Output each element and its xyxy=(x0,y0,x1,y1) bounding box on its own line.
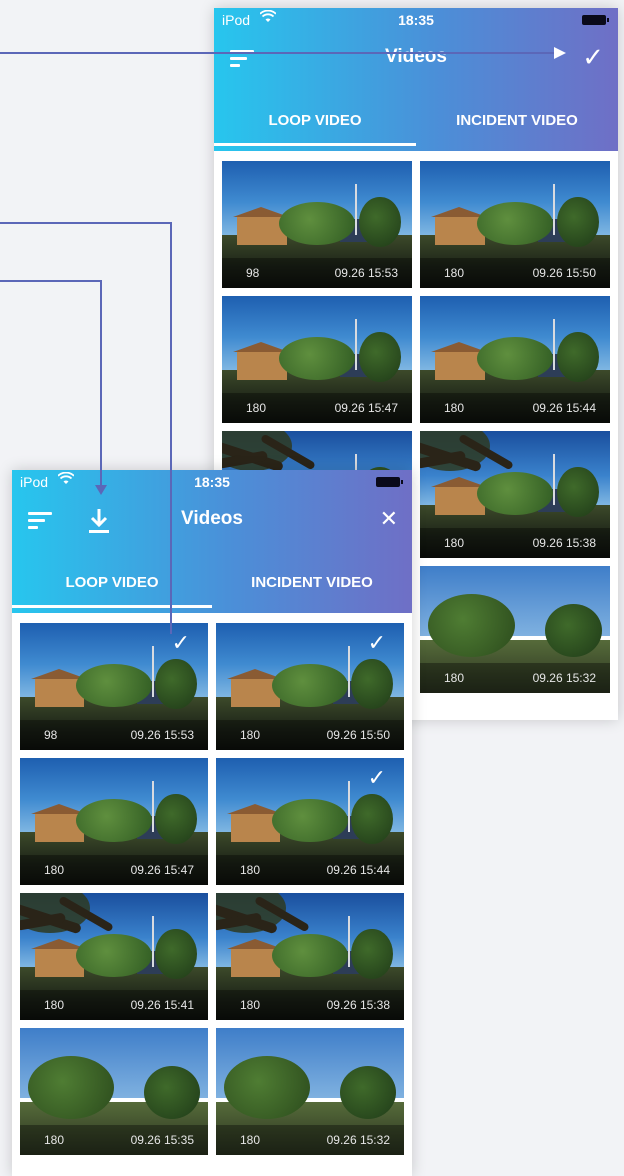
video-duration: 98 xyxy=(44,728,58,742)
arrow-head-icon xyxy=(554,47,566,59)
video-duration: 180 xyxy=(444,536,465,550)
video-timestamp: 09.26 15:44 xyxy=(326,863,390,877)
video-timestamp: 09.26 15:50 xyxy=(326,728,390,742)
video-info-bar: 180 09.26 15:47 xyxy=(20,855,208,885)
tab-loop-video[interactable]: LOOP VIDEO xyxy=(12,562,212,612)
video-thumbnail[interactable]: 180 09.26 15:50 ✓ xyxy=(216,623,404,750)
video-thumbnail[interactable]: 98 09.26 15:53 xyxy=(222,161,412,288)
video-timestamp: 09.26 15:44 xyxy=(532,401,596,415)
video-timestamp: 09.26 15:32 xyxy=(326,1133,390,1147)
video-info-bar: 180 09.26 15:41 xyxy=(20,990,208,1020)
confirm-check-icon[interactable]: ✓ xyxy=(582,42,604,72)
video-thumbnail[interactable]: 180 09.26 15:44 xyxy=(420,296,610,423)
video-thumbnail[interactable]: 98 09.26 15:53 ✓ xyxy=(20,623,208,750)
video-info-bar: 180 09.26 15:38 xyxy=(216,990,404,1020)
tab-loop-video[interactable]: LOOP VIDEO xyxy=(214,100,416,150)
status-bar: iPod 18:35 xyxy=(214,8,618,32)
video-duration: 180 xyxy=(240,998,261,1012)
video-info-bar: 180 09.26 15:50 xyxy=(420,258,610,288)
video-info-bar: 180 09.26 15:50 xyxy=(216,720,404,750)
connector-line xyxy=(170,222,172,634)
video-duration: 180 xyxy=(240,728,261,742)
video-info-bar: 180 09.26 15:47 xyxy=(222,393,412,423)
video-info-bar: 98 09.26 15:53 xyxy=(20,720,208,750)
video-timestamp: 09.26 15:41 xyxy=(130,998,194,1012)
connector-line xyxy=(0,52,556,54)
video-duration: 180 xyxy=(444,266,465,280)
video-thumbnail[interactable]: 180 09.26 15:32 xyxy=(420,566,610,693)
video-tabs: LOOP VIDEO INCIDENT VIDEO xyxy=(12,562,412,612)
video-info-bar: 180 09.26 15:44 xyxy=(216,855,404,885)
app-header: iPod 18:35 Videos ✕ LOOP VIDEO INCIDENT … xyxy=(12,470,412,613)
video-thumbnail[interactable]: 180 09.26 15:35 xyxy=(20,1028,208,1155)
video-grid: 98 09.26 15:53 ✓ 180 09.26 15:50 ✓ 180 09.26 15… xyxy=(12,613,412,1163)
video-duration: 180 xyxy=(240,863,261,877)
video-timestamp: 09.26 15:32 xyxy=(532,671,596,685)
status-time: 18:35 xyxy=(398,12,434,28)
video-duration: 180 xyxy=(240,1133,261,1147)
status-time: 18:35 xyxy=(194,474,230,490)
video-timestamp: 09.26 15:53 xyxy=(130,728,194,742)
page-title: Videos xyxy=(181,508,243,529)
connector-line xyxy=(0,280,102,282)
video-thumbnail[interactable]: 180 09.26 15:38 xyxy=(216,893,404,1020)
video-thumbnail[interactable]: 180 09.26 15:41 xyxy=(20,893,208,1020)
video-info-bar: 180 09.26 15:35 xyxy=(20,1125,208,1155)
video-timestamp: 09.26 15:38 xyxy=(532,536,596,550)
video-thumbnail[interactable]: 180 09.26 15:44 ✓ xyxy=(216,758,404,885)
video-tabs: LOOP VIDEO INCIDENT VIDEO xyxy=(214,100,618,150)
video-info-bar: 180 09.26 15:32 xyxy=(216,1125,404,1155)
video-duration: 180 xyxy=(44,863,65,877)
selected-check-icon[interactable]: ✓ xyxy=(172,631,190,655)
video-duration: 180 xyxy=(44,1133,65,1147)
arrow-head-icon xyxy=(95,485,107,495)
tab-incident-video[interactable]: INCIDENT VIDEO xyxy=(416,100,618,150)
video-info-bar: 180 09.26 15:44 xyxy=(420,393,610,423)
video-timestamp: 09.26 15:38 xyxy=(326,998,390,1012)
battery-icon xyxy=(582,15,609,25)
videos-screen-download-mode: iPod 18:35 Videos ✕ LOOP VIDEO INCIDENT … xyxy=(12,470,412,1176)
video-duration: 180 xyxy=(44,998,65,1012)
video-timestamp: 09.26 15:47 xyxy=(130,863,194,877)
video-thumbnail[interactable]: 180 09.26 15:47 xyxy=(20,758,208,885)
video-thumbnail[interactable]: 180 09.26 15:32 xyxy=(216,1028,404,1155)
video-timestamp: 09.26 15:53 xyxy=(334,266,398,280)
video-thumbnail[interactable]: 180 09.26 15:38 xyxy=(420,431,610,558)
status-bar: iPod 18:35 xyxy=(12,470,412,494)
connector-line xyxy=(100,280,102,486)
video-duration: 180 xyxy=(444,401,465,415)
video-timestamp: 09.26 15:35 xyxy=(130,1133,194,1147)
close-icon[interactable]: ✕ xyxy=(380,504,398,534)
video-duration: 180 xyxy=(246,401,267,415)
selected-check-icon[interactable]: ✓ xyxy=(368,631,386,655)
video-duration: 98 xyxy=(246,266,260,280)
video-info-bar: 98 09.26 15:53 xyxy=(222,258,412,288)
video-thumbnail[interactable]: 180 09.26 15:47 xyxy=(222,296,412,423)
connector-line xyxy=(0,222,172,224)
selected-check-icon[interactable]: ✓ xyxy=(368,766,386,790)
tab-incident-video[interactable]: INCIDENT VIDEO xyxy=(212,562,412,612)
video-timestamp: 09.26 15:50 xyxy=(532,266,596,280)
battery-icon xyxy=(376,477,403,487)
video-duration: 180 xyxy=(444,671,465,685)
video-timestamp: 09.26 15:47 xyxy=(334,401,398,415)
video-info-bar: 180 09.26 15:32 xyxy=(420,663,610,693)
video-thumbnail[interactable]: 180 09.26 15:50 xyxy=(420,161,610,288)
app-header: iPod 18:35 Videos ✓ LOOP VIDEO INCIDENT … xyxy=(214,8,618,151)
video-info-bar: 180 09.26 15:38 xyxy=(420,528,610,558)
